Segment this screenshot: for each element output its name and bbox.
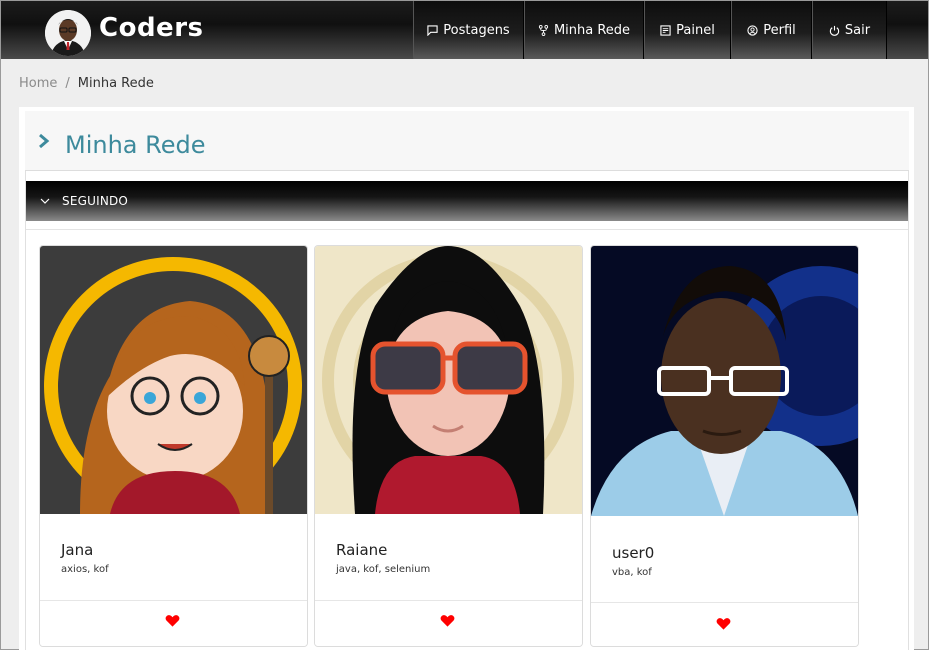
heart-icon[interactable]: [440, 614, 455, 628]
section-divider: [26, 229, 908, 230]
nav-painel[interactable]: Painel: [644, 1, 731, 59]
following-section-header[interactable]: SEGUINDO: [26, 181, 908, 221]
card-footer: [315, 600, 582, 646]
nav-postagens[interactable]: Postagens: [413, 1, 524, 59]
user-avatar-image[interactable]: [315, 246, 582, 514]
nav-label: Perfil: [763, 22, 796, 38]
chevron-down-icon: [40, 198, 50, 204]
main-nav: Postagens Minha Rede Painel Perfil Sair: [413, 1, 887, 59]
nav-minha-rede[interactable]: Minha Rede: [524, 1, 644, 59]
chevron-right-icon: [39, 133, 50, 149]
nav-label: Minha Rede: [553, 22, 631, 38]
top-navbar: Coders Postagens Minha Rede Painel Perfi…: [1, 1, 928, 59]
brand-avatar[interactable]: [45, 10, 91, 56]
network-icon: [538, 24, 549, 36]
page-title-bar: Minha Rede: [25, 111, 909, 171]
section-label: SEGUINDO: [62, 194, 129, 208]
developer-avatar-image: [45, 10, 91, 56]
user-name[interactable]: user0: [612, 544, 654, 562]
brand-name[interactable]: Coders: [99, 13, 204, 43]
user-card: user0 vba, kof: [590, 245, 859, 647]
card-footer: [40, 600, 307, 646]
user-circle-icon: [747, 24, 758, 36]
user-tags: vba, kof: [612, 567, 652, 578]
user-avatar-image[interactable]: [591, 246, 858, 516]
user-name[interactable]: Raiane: [336, 541, 387, 559]
power-icon: [829, 25, 840, 36]
breadcrumb-home[interactable]: Home: [19, 76, 57, 91]
user-tags: java, kof, selenium: [336, 564, 431, 575]
user-avatar-image[interactable]: [40, 246, 307, 514]
user-tags: axios, kof: [61, 564, 109, 575]
user-card: Raiane java, kof, selenium: [314, 245, 583, 647]
breadcrumb-current: Minha Rede: [77, 76, 154, 91]
page-title: Minha Rede: [65, 131, 206, 159]
nav-sair[interactable]: Sair: [812, 1, 887, 59]
user-name[interactable]: Jana: [61, 541, 93, 559]
nav-label: Postagens: [443, 22, 510, 38]
user-card: Jana axios, kof: [39, 245, 308, 647]
breadcrumb-separator: /: [65, 76, 70, 91]
dashboard-icon: [660, 24, 671, 36]
card-footer: [591, 602, 858, 646]
nav-label: Painel: [676, 22, 715, 38]
nav-label: Sair: [844, 22, 871, 38]
nav-perfil[interactable]: Perfil: [731, 1, 812, 59]
chat-icon: [427, 24, 438, 36]
breadcrumb: Home / Minha Rede: [19, 76, 154, 91]
heart-icon[interactable]: [165, 614, 180, 628]
heart-icon[interactable]: [716, 617, 731, 631]
